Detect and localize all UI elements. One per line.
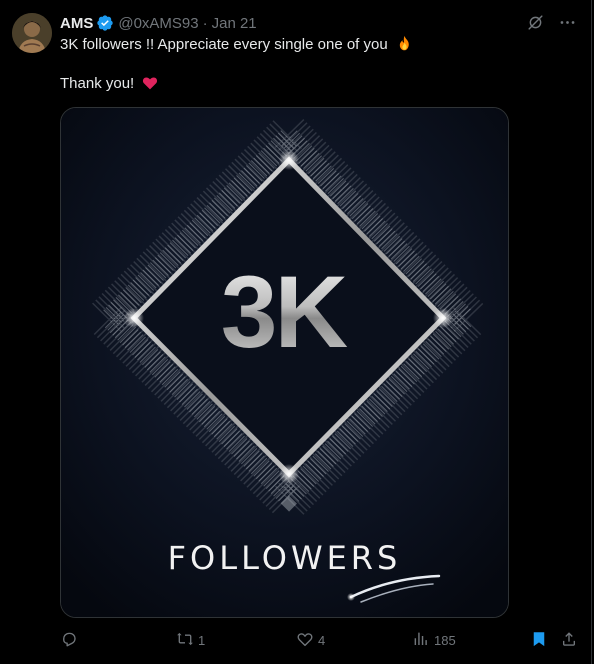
bookmark-icon xyxy=(530,630,548,651)
views-button[interactable]: 185 xyxy=(412,628,456,652)
like-count: 4 xyxy=(318,632,326,648)
bookmark-button[interactable] xyxy=(530,628,548,652)
views-icon xyxy=(412,630,430,651)
reply-button[interactable] xyxy=(60,628,82,652)
tweet-text-line-1: 3K followers !! Appreciate every single … xyxy=(60,35,413,58)
retweet-button[interactable]: 1 xyxy=(176,628,205,652)
big-3k-text: 3K xyxy=(61,254,508,371)
views-count: 185 xyxy=(434,632,456,648)
tweet-text-line-2: Thank you! xyxy=(60,74,158,97)
retweet-icon xyxy=(176,630,194,651)
like-button[interactable]: 4 xyxy=(296,628,325,652)
grok-icon[interactable] xyxy=(525,12,545,32)
verified-badge-icon[interactable] xyxy=(96,14,114,32)
top-actions xyxy=(525,12,577,32)
tweet[interactable]: AMS @0xAMS93 · Jan 21 3K followers !! Ap… xyxy=(0,0,592,664)
display-name[interactable]: AMS xyxy=(60,15,93,32)
more-icon[interactable] xyxy=(557,12,577,32)
heart-icon xyxy=(296,630,314,651)
tweet-text-thanks: Thank you! xyxy=(60,75,135,92)
user-handle[interactable]: @0xAMS93 xyxy=(118,15,198,32)
tweet-action-bar: 1 4 185 xyxy=(60,628,584,652)
retweet-count: 1 xyxy=(198,632,206,648)
tweet-header: AMS @0xAMS93 · Jan 21 xyxy=(60,13,257,33)
tweet-media-image[interactable]: 3K FOLLOWERS xyxy=(60,107,509,618)
fire-emoji-icon xyxy=(396,35,413,58)
avatar-image xyxy=(12,13,52,53)
followers-caption: FOLLOWERS xyxy=(167,539,402,577)
avatar[interactable] xyxy=(12,13,52,53)
tweet-text: 3K followers !! Appreciate every single … xyxy=(60,36,388,53)
share-button[interactable] xyxy=(560,628,578,652)
red-heart-emoji-icon xyxy=(142,75,158,97)
tweet-date[interactable]: Jan 21 xyxy=(212,15,257,32)
share-icon xyxy=(560,630,578,651)
separator-dot: · xyxy=(202,14,208,32)
reply-icon xyxy=(60,630,78,651)
